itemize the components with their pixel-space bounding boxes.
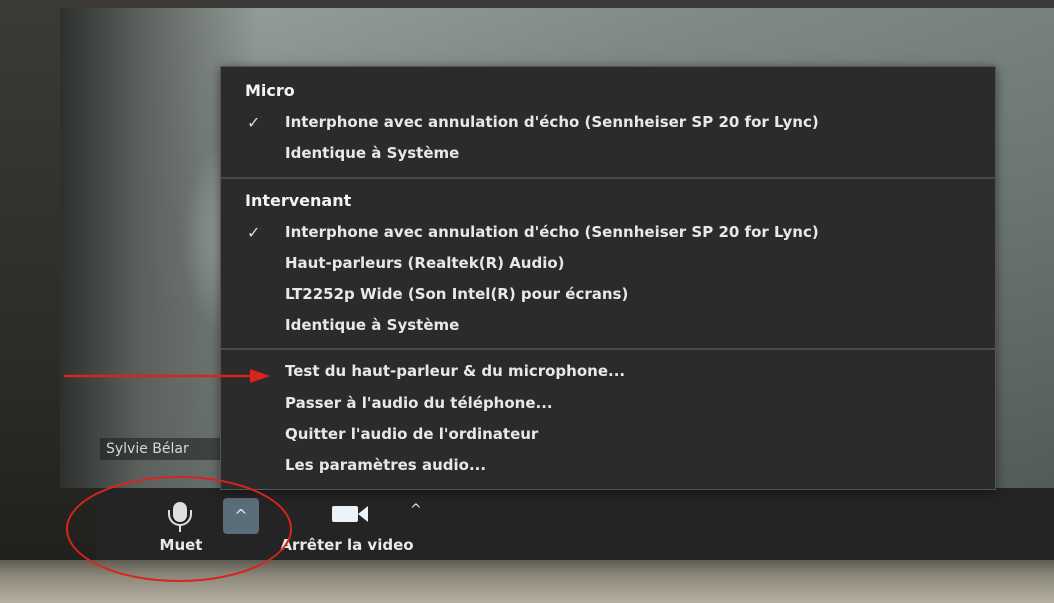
- annotation-arrow: [64, 369, 270, 383]
- check-icon: ✓: [247, 223, 261, 242]
- video-options-chevron-up-icon[interactable]: ^: [410, 502, 422, 518]
- check-icon: ✓: [247, 113, 261, 132]
- annotation-circle: [66, 476, 292, 582]
- menu-divider: [221, 177, 995, 179]
- stop-video-label: Arrêter la video: [280, 536, 414, 554]
- video-camera-icon: [332, 506, 358, 522]
- menu-item-speaker-lt2252p[interactable]: LT2252p Wide (Son Intel(R) pour écrans): [285, 285, 628, 303]
- menu-item-audio-settings[interactable]: Les paramètres audio...: [285, 456, 486, 474]
- menu-item-leave-computer-audio[interactable]: Quitter l'audio de l'ordinateur: [285, 425, 538, 443]
- menu-item-test-audio[interactable]: Test du haut-parleur & du microphone...: [285, 362, 625, 380]
- menu-item-micro-sennheiser[interactable]: Interphone avec annulation d'écho (Sennh…: [285, 113, 819, 131]
- intervenant-section-title: Intervenant: [245, 191, 352, 210]
- video-camera-icon-lens: [358, 506, 368, 522]
- menu-item-micro-systeme[interactable]: Identique à Système: [285, 144, 459, 162]
- menu-item-speaker-realtek[interactable]: Haut-parleurs (Realtek(R) Audio): [285, 254, 565, 272]
- menu-item-phone-audio[interactable]: Passer à l'audio du téléphone...: [285, 394, 553, 412]
- audio-dropdown-menu: Micro ✓ Interphone avec annulation d'éch…: [220, 66, 996, 490]
- micro-section-title: Micro: [245, 81, 295, 100]
- menu-divider: [221, 348, 995, 350]
- menu-item-speaker-systeme[interactable]: Identique à Système: [285, 316, 459, 334]
- menu-item-speaker-sennheiser[interactable]: Interphone avec annulation d'écho (Sennh…: [285, 223, 819, 241]
- stop-video-button[interactable]: Arrêter la video: [272, 488, 422, 560]
